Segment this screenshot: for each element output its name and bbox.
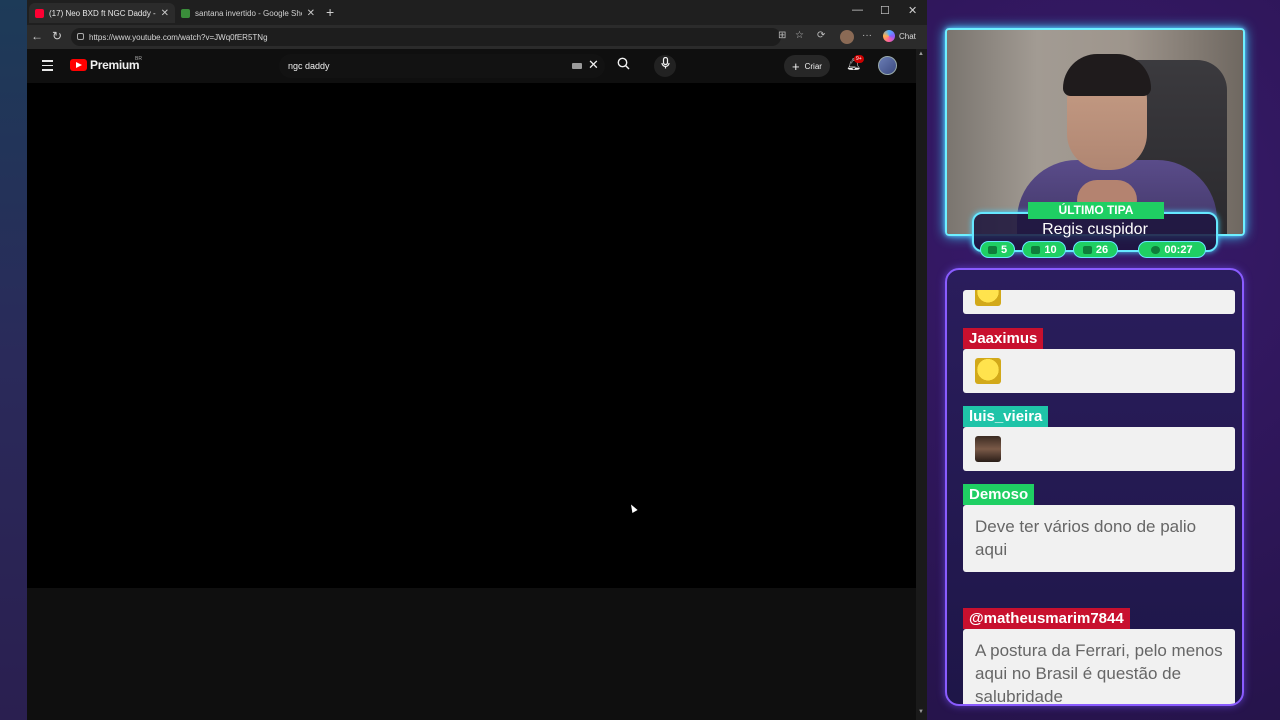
clear-search-icon[interactable]: ✕ <box>588 57 599 73</box>
chat-label: Chat <box>899 31 916 41</box>
browser-window: (17) Neo BXD ft NGC Daddy - Inim ✕ santa… <box>27 0 927 720</box>
search-icon <box>617 57 629 70</box>
tab-title: (17) Neo BXD ft NGC Daddy - Inim <box>49 8 156 18</box>
youtube-page: Premium BR ngc daddy ✕ + Criar 🔔︎ 9+ ▲ ▼ <box>27 49 927 720</box>
chat-username: luis_vieira <box>963 406 1049 427</box>
microphone-icon <box>660 56 670 69</box>
page-scrollbar[interactable]: ▲ ▼ <box>916 49 927 720</box>
chat-username: Demoso <box>963 484 1035 505</box>
tab-google-shopping[interactable]: santana invertido - Google Shopp ✕ <box>175 3 321 23</box>
tab-title: santana invertido - Google Shopp <box>195 8 302 18</box>
youtube-favicon-icon <box>35 8 44 18</box>
video-player[interactable] <box>27 83 916 588</box>
chat-panel: Jaaximus luis_vieira Demoso Deve ter vár… <box>945 268 1244 706</box>
youtube-stat: 10 <box>1022 241 1066 258</box>
emote-icon <box>975 358 1001 384</box>
reader-view-icon[interactable]: ⊞ <box>778 30 786 41</box>
message-body <box>963 427 1235 471</box>
message-body: Deve ter vários dono de palio aqui <box>963 505 1235 572</box>
youtube-logo[interactable]: Premium <box>70 58 140 72</box>
country-code: BR <box>135 56 142 62</box>
youtube-play-icon <box>70 59 87 71</box>
create-button[interactable]: + Criar <box>784 55 830 77</box>
emote-icon <box>975 290 1001 306</box>
chat-message: Demoso Deve ter vários dono de palio aqu… <box>963 484 1235 572</box>
close-tab-icon[interactable]: ✕ <box>161 8 169 19</box>
twitch-icon <box>987 245 997 254</box>
profile-icon[interactable] <box>840 30 854 44</box>
lock-icon <box>77 33 84 40</box>
copilot-chat-button[interactable]: Chat <box>883 30 916 42</box>
chat-message <box>963 290 1235 314</box>
copilot-icon <box>883 30 895 42</box>
keyboard-icon[interactable] <box>572 63 582 69</box>
reload-icon[interactable]: ↻ <box>52 29 62 43</box>
youtube-icon <box>1031 245 1041 254</box>
chat-message: Jaaximus <box>963 328 1235 393</box>
more-options-icon[interactable]: ··· <box>862 30 872 41</box>
stream-background <box>0 0 28 720</box>
chat-username: Jaaximus <box>963 328 1044 349</box>
last-tip-name: Regis cuspidor <box>1042 221 1148 238</box>
youtube-header: Premium BR ngc daddy ✕ + Criar 🔔︎ 9+ <box>27 49 917 83</box>
voice-search-button[interactable] <box>654 55 676 77</box>
chat-username: @matheusmarim7844 <box>963 608 1130 629</box>
twitch-stat: 5 <box>980 241 1015 258</box>
close-tab-icon[interactable]: ✕ <box>307 8 315 19</box>
message-body <box>963 349 1235 393</box>
mouse-cursor-icon <box>628 503 638 513</box>
emote-icon <box>975 436 1001 462</box>
scroll-down-icon[interactable]: ▼ <box>918 709 924 715</box>
scroll-up-icon[interactable]: ▲ <box>918 51 924 57</box>
favorite-star-icon[interactable]: ☆ <box>795 30 804 41</box>
search-button[interactable] <box>605 54 641 78</box>
sync-icon[interactable]: ⟳ <box>817 30 825 41</box>
new-tab-icon[interactable]: + <box>326 4 334 20</box>
timer-icon <box>1151 245 1161 254</box>
timer-stat: 00:27 <box>1138 241 1206 258</box>
kick-stat: 26 <box>1073 241 1118 258</box>
chat-message: @matheusmarim7844 A postura da Ferrari, … <box>963 608 1235 704</box>
message-body <box>963 290 1235 314</box>
kick-icon <box>1082 245 1092 254</box>
maximize-icon[interactable]: ☐ <box>880 4 890 17</box>
url-field[interactable]: https://www.youtube.com/watch?v=JWq0fER5… <box>71 28 781 46</box>
notification-count-badge: 9+ <box>854 55 864 63</box>
menu-icon[interactable] <box>42 60 53 74</box>
tab-youtube[interactable]: (17) Neo BXD ft NGC Daddy - Inim ✕ <box>29 3 175 23</box>
search-input[interactable]: ngc daddy <box>279 54 605 78</box>
premium-label: Premium <box>90 58 140 72</box>
last-tip-tag: ÚLTIMO TIPA <box>1028 202 1164 219</box>
minimize-icon[interactable]: — <box>852 4 863 16</box>
google-favicon-icon <box>181 8 190 18</box>
chat-message: luis_vieira <box>963 406 1235 471</box>
tab-bar: (17) Neo BXD ft NGC Daddy - Inim ✕ santa… <box>27 0 927 25</box>
create-label: Criar <box>804 61 822 71</box>
search-value: ngc daddy <box>288 61 330 71</box>
close-window-icon[interactable]: ✕ <box>908 4 917 17</box>
address-bar-row: ← ↻ https://www.youtube.com/watch?v=JWq0… <box>27 25 927 49</box>
account-avatar[interactable] <box>878 56 897 75</box>
url-text: https://www.youtube.com/watch?v=JWq0fER5… <box>89 32 268 42</box>
back-icon[interactable]: ← <box>31 29 43 43</box>
plus-icon: + <box>792 58 800 74</box>
message-body: A postura da Ferrari, pelo menos aqui no… <box>963 629 1235 704</box>
